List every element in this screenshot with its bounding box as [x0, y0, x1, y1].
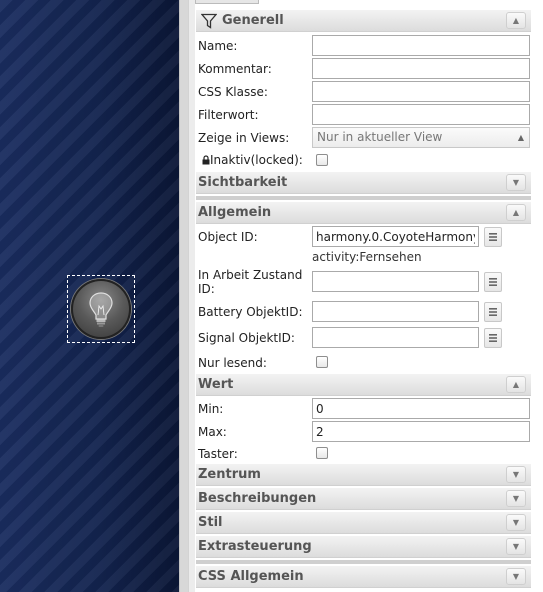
group-title-stil: Stil — [198, 515, 223, 530]
group-title-allgemein: Allgemein — [198, 205, 272, 220]
expand-icon[interactable]: ▼ — [506, 514, 526, 531]
group-header-extrasteuerung[interactable]: Extrasteuerung ▼ — [196, 536, 531, 558]
group-header-zentrum[interactable]: Zentrum ▼ — [196, 464, 531, 486]
signal-id-picker-button[interactable] — [484, 328, 502, 348]
object-id-label: Object ID: — [198, 230, 258, 244]
group-header-beschreibungen[interactable]: Beschreibungen ▼ — [196, 488, 531, 510]
busy-id-input[interactable] — [312, 271, 479, 292]
busy-id-label: In Arbeit Zustand ID: — [198, 268, 303, 296]
max-input[interactable] — [312, 421, 530, 442]
lightbulb-icon — [89, 292, 113, 327]
group-title-zentrum: Zentrum — [198, 467, 261, 482]
busy-id-picker-button[interactable] — [484, 272, 502, 292]
object-id-subtext: activity:Fernsehen — [312, 250, 422, 264]
list-picker-icon — [489, 308, 497, 316]
list-picker-icon — [489, 334, 497, 342]
list-picker-icon — [489, 233, 497, 241]
group-separator — [196, 196, 531, 200]
group-title-beschreibungen: Beschreibungen — [198, 491, 317, 506]
inactive-checkbox[interactable] — [316, 154, 328, 166]
readonly-checkbox[interactable] — [316, 356, 328, 368]
group-title-sichtbarkeit: Sichtbarkeit — [198, 175, 288, 190]
collapse-icon[interactable]: ▲ — [506, 204, 526, 221]
show-in-views-value: Nur in aktueller View — [317, 130, 443, 144]
battery-id-label: Battery ObjektID: — [198, 305, 303, 319]
expand-icon[interactable]: ▼ — [506, 568, 526, 585]
signal-id-label: Signal ObjektID: — [198, 331, 295, 345]
object-id-picker-button[interactable] — [484, 227, 502, 247]
signal-id-input[interactable] — [312, 327, 479, 348]
comment-input[interactable] — [312, 58, 530, 79]
filter-icon[interactable] — [200, 13, 218, 37]
css-class-input[interactable] — [312, 81, 530, 102]
collapse-icon[interactable]: ▲ — [506, 12, 526, 29]
inactive-label: Inaktiv(locked): — [210, 153, 303, 167]
collapse-icon[interactable]: ▲ — [506, 376, 526, 393]
selected-widget-frame[interactable] — [67, 275, 135, 343]
group-header-css-allgemein[interactable]: CSS Allgemein ▼ — [196, 566, 531, 588]
filter-word-label: Filterwort: — [198, 108, 259, 122]
group-title-generell: Generell — [222, 13, 284, 28]
view-canvas[interactable] — [0, 0, 179, 592]
name-input[interactable] — [312, 35, 530, 56]
lock-icon — [202, 155, 210, 165]
inactive-label-wrap: Inaktiv(locked): — [202, 153, 303, 167]
group-header-generell[interactable]: Generell ▲ — [196, 10, 531, 32]
show-in-views-label: Zeige in Views: — [198, 131, 290, 145]
filter-word-input[interactable] — [312, 104, 530, 125]
lightbulb-widget[interactable] — [71, 279, 131, 339]
show-in-views-select[interactable]: Nur in aktueller View ▲ — [312, 127, 530, 148]
panel-splitter[interactable] — [179, 0, 188, 592]
css-class-label: CSS Klasse: — [198, 85, 268, 99]
expand-icon[interactable]: ▼ — [506, 174, 526, 191]
group-header-sichtbarkeit[interactable]: Sichtbarkeit ▼ — [196, 172, 531, 194]
battery-id-input[interactable] — [312, 301, 479, 322]
taster-label: Taster: — [198, 447, 238, 461]
panel-tab[interactable] — [195, 0, 259, 4]
panel-border — [188, 0, 195, 592]
taster-checkbox[interactable] — [316, 447, 328, 459]
object-id-input[interactable] — [312, 226, 479, 247]
readonly-label: Nur lesend: — [198, 356, 267, 370]
group-separator — [196, 560, 531, 564]
group-header-stil[interactable]: Stil ▼ — [196, 512, 531, 534]
comment-label: Kommentar: — [198, 62, 272, 76]
list-picker-icon — [489, 278, 497, 286]
max-label: Max: — [198, 425, 227, 439]
group-title-extrasteuerung: Extrasteuerung — [198, 539, 312, 554]
min-input[interactable] — [312, 398, 530, 419]
select-arrows-icon: ▲ — [517, 133, 524, 142]
expand-icon[interactable]: ▼ — [506, 538, 526, 555]
group-header-allgemein[interactable]: Allgemein ▲ — [196, 202, 531, 224]
expand-icon[interactable]: ▼ — [506, 466, 526, 483]
group-title-wert: Wert — [198, 377, 234, 392]
group-title-css-allgemein: CSS Allgemein — [198, 569, 304, 584]
min-label: Min: — [198, 402, 224, 416]
attributes-panel: Generell ▲ Name: Kommentar: CSS Klasse: … — [196, 6, 535, 592]
group-header-wert[interactable]: Wert ▲ — [196, 374, 531, 396]
battery-id-picker-button[interactable] — [484, 302, 502, 322]
name-label: Name: — [198, 39, 238, 53]
expand-icon[interactable]: ▼ — [506, 490, 526, 507]
